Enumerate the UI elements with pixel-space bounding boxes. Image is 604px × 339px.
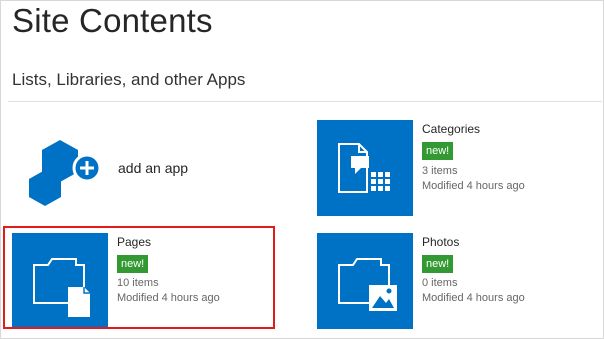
new-badge-photos: new!: [422, 255, 454, 273]
app-title-photos[interactable]: Photos: [422, 235, 459, 249]
app-tile-photos[interactable]: [317, 233, 413, 329]
item-count-categories: 3 items: [422, 165, 458, 177]
add-app-icon[interactable]: [12, 120, 112, 220]
modified-photos: Modified 4 hours ago: [422, 292, 525, 304]
section-divider: [8, 101, 602, 102]
picture-library-icon: [338, 258, 397, 311]
page-title: Site Contents: [12, 2, 213, 39]
new-badge-categories: new!: [422, 142, 454, 160]
modified-categories: Modified 4 hours ago: [422, 180, 525, 192]
custom-list-icon: [338, 143, 390, 193]
section-heading: Lists, Libraries, and other Apps: [12, 70, 246, 89]
app-title-categories[interactable]: Categories: [422, 122, 480, 136]
app-tile-categories[interactable]: [317, 120, 413, 216]
pages-highlight-box: [3, 226, 275, 329]
add-app-link[interactable]: add an app: [118, 160, 188, 176]
item-count-photos: 0 items: [422, 277, 458, 289]
